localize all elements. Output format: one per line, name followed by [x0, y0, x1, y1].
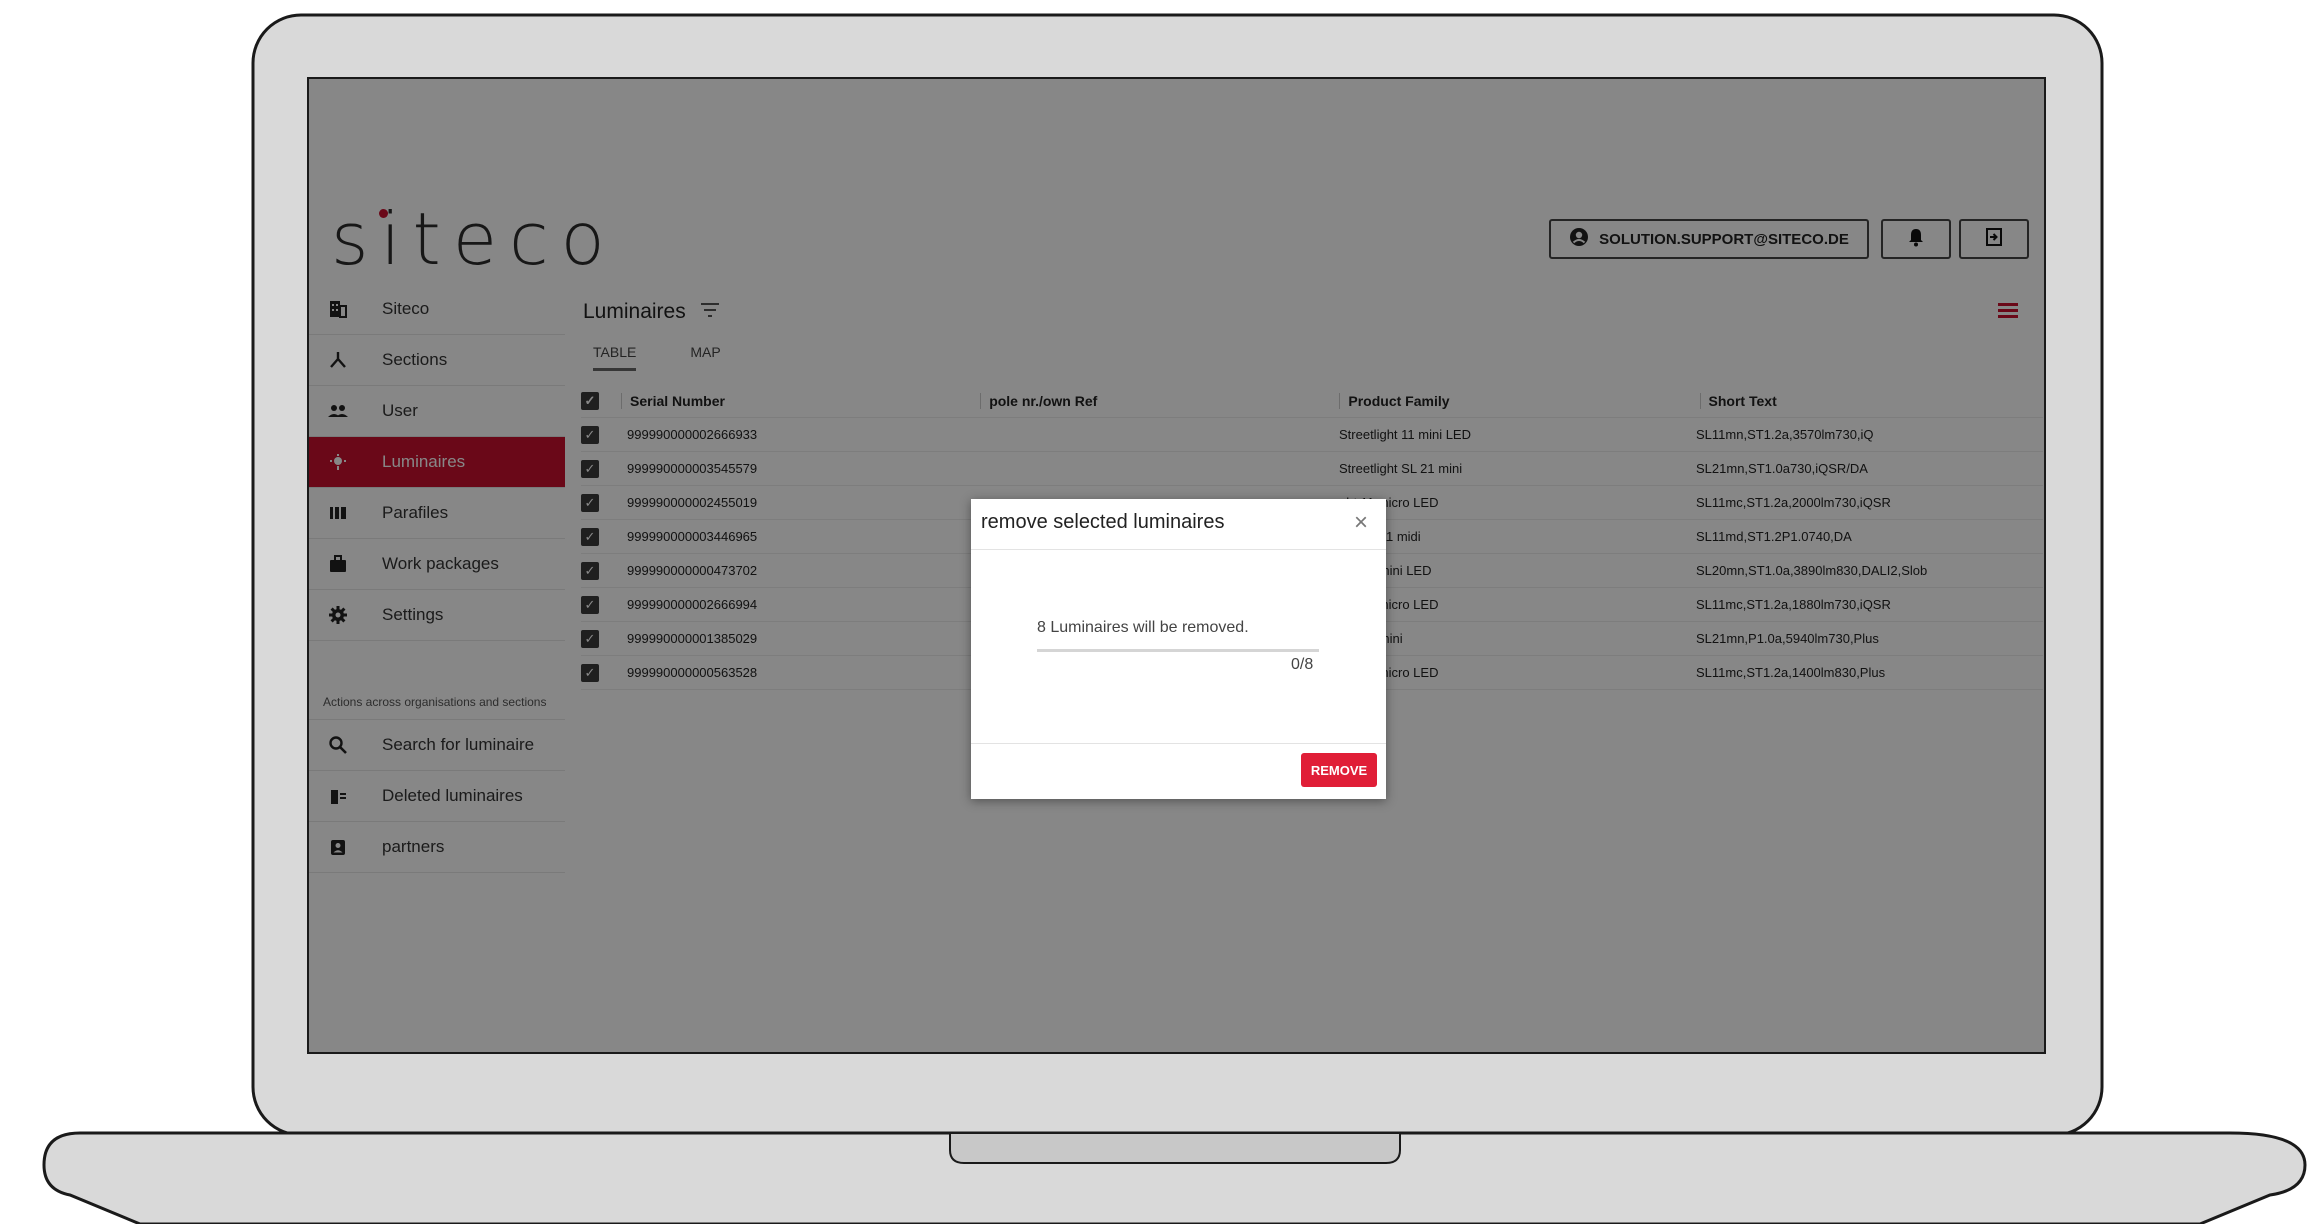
- close-icon[interactable]: ×: [1354, 509, 1368, 537]
- dialog-message: 8 Luminaires will be removed.: [1037, 619, 1249, 636]
- removal-progress-count: 0/8: [1291, 656, 1314, 673]
- removal-progress-bar: [1037, 649, 1319, 652]
- remove-luminaires-dialog: remove selected luminaires × 8 Luminaire…: [971, 499, 1386, 799]
- dialog-header-divider: [971, 549, 1386, 550]
- app-screen: siteco SOLUTION.SUPPORT@SITECO.DE Siteco…: [309, 79, 2044, 1052]
- remove-button[interactable]: REMOVE: [1301, 753, 1377, 787]
- dialog-title: remove selected luminaires: [981, 511, 1225, 533]
- dialog-footer-divider: [971, 743, 1386, 744]
